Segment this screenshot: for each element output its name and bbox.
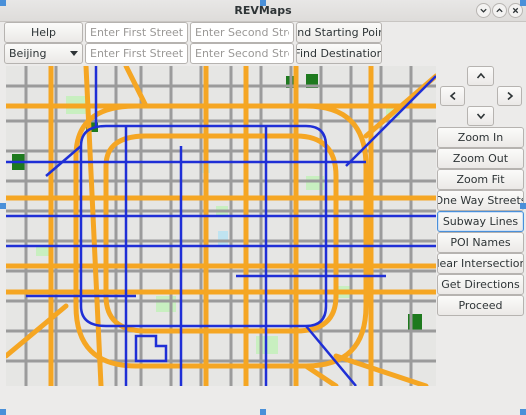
minimize-button[interactable] [476,3,491,18]
resize-handle[interactable] [0,203,6,209]
map-canvas[interactable] [6,66,436,386]
start-first-street-input[interactable] [85,22,188,43]
pan-up-button[interactable] [467,66,494,86]
one-way-streets-button[interactable]: One Way Streets [437,190,524,211]
map-drawing [6,66,436,386]
help-button[interactable]: Help [4,22,83,43]
resize-handle[interactable] [0,0,6,6]
zoom-in-button[interactable]: Zoom In [437,127,524,148]
chevron-down-icon [480,8,487,13]
resize-handle[interactable] [260,0,266,6]
resize-handle[interactable] [260,409,266,415]
chevron-up-icon [476,72,485,79]
dropdown-arrow-icon [70,51,78,56]
resize-handle[interactable] [0,409,6,415]
dest-second-street-input[interactable] [190,43,294,64]
chevron-right-icon [506,91,513,101]
map-select-value: Beijing [9,47,47,60]
chevron-left-icon [449,91,456,101]
resize-handle[interactable] [520,0,526,6]
dest-first-street-input[interactable] [85,43,188,64]
maximize-button[interactable] [492,3,507,18]
pan-down-button[interactable] [467,106,494,126]
map-select[interactable]: Beijing [4,43,83,64]
zoom-out-button[interactable]: Zoom Out [437,148,524,169]
poi-names-button[interactable]: POI Names [437,232,524,253]
find-destination-button[interactable]: Find Destination [296,43,382,64]
get-directions-button[interactable]: Get Directions [437,274,524,295]
pan-right-button[interactable] [497,86,522,106]
proceed-button[interactable]: Proceed [437,295,524,316]
clear-intersections-button[interactable]: Clear Intersections [437,253,524,274]
chevron-down-icon [476,113,485,120]
close-icon [512,7,519,14]
zoom-fit-button[interactable]: Zoom Fit [437,169,524,190]
start-second-street-input[interactable] [190,22,294,43]
resize-handle[interactable] [520,409,526,415]
chevron-up-icon [496,8,503,13]
find-starting-point-button[interactable]: Find Starting Point [296,22,382,43]
subway-lines-button[interactable]: Subway Lines [437,211,524,232]
pan-left-button[interactable] [440,86,465,106]
resize-handle[interactable] [520,203,526,209]
